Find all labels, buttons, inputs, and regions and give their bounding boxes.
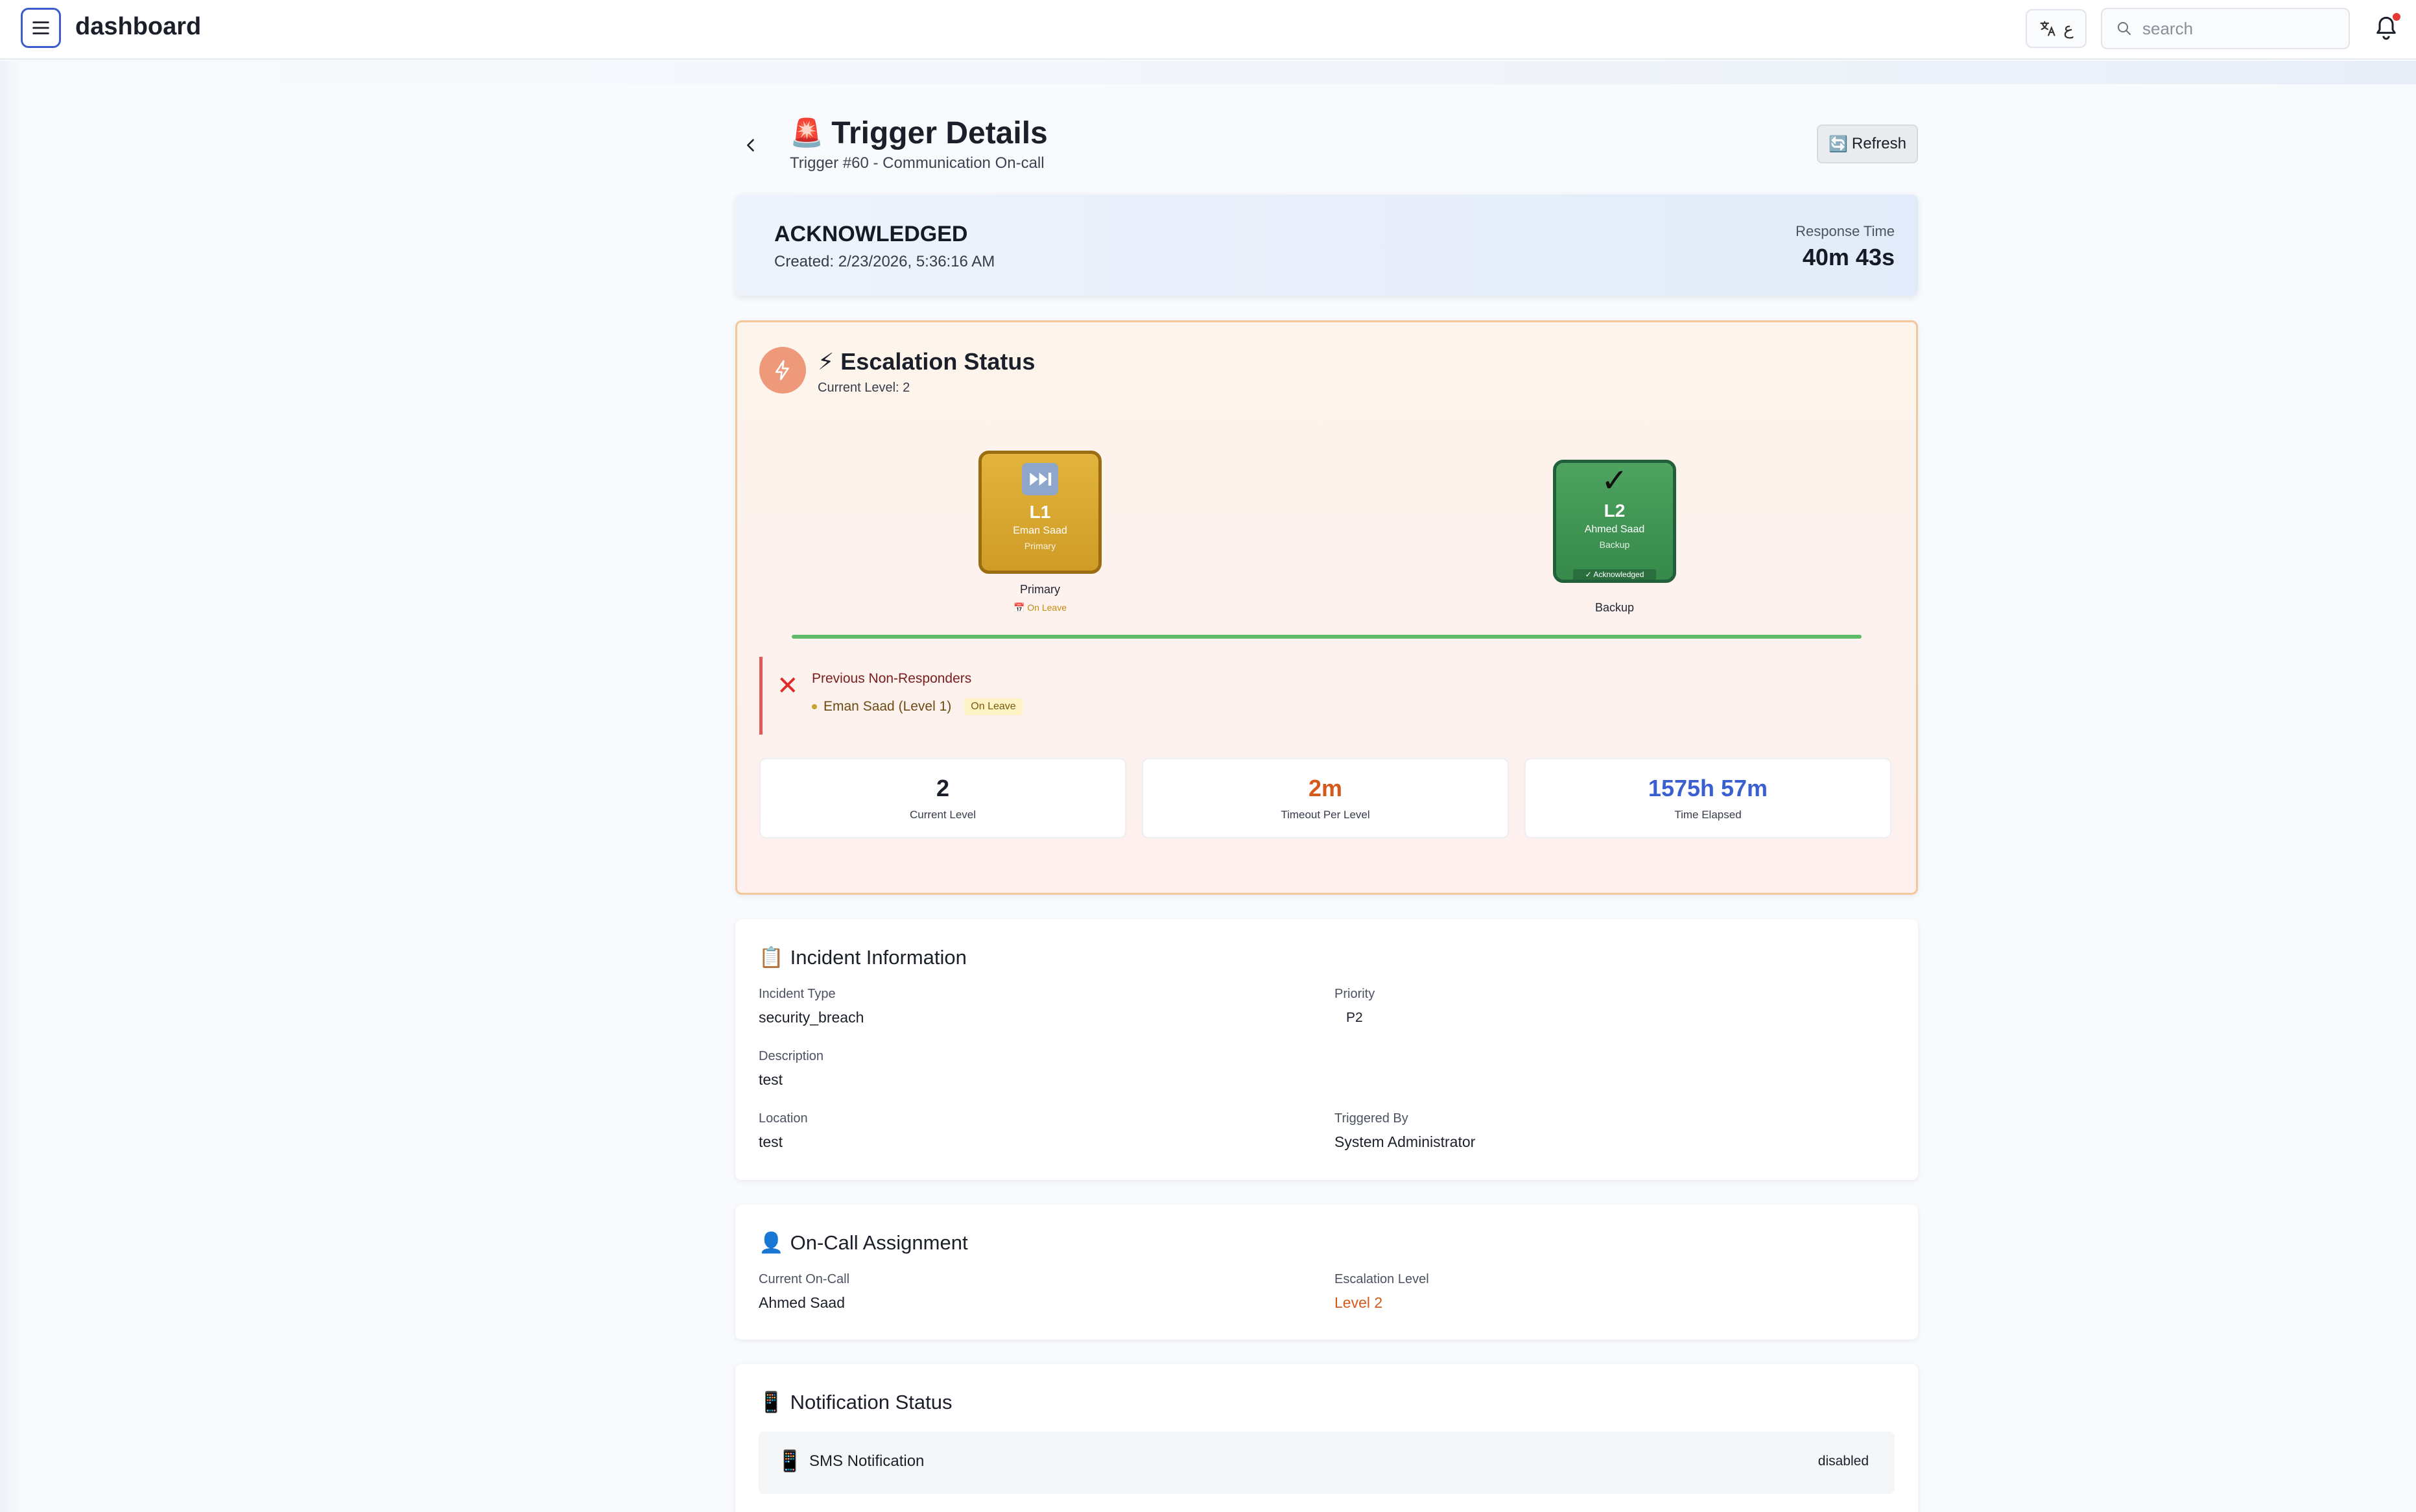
bullet-dot <box>812 704 817 709</box>
stat-current-level: 2 Current Level <box>759 758 1126 838</box>
bolt-icon: ⚡ <box>818 348 835 375</box>
level-node-l2[interactable]: ✓ L2 Ahmed Saad Backup ✓ Acknowledged <box>1553 460 1676 583</box>
search-icon <box>2118 22 2131 35</box>
on-call-title: 👤 On-Call Assignment <box>759 1231 968 1255</box>
on-leave-tag: 📅 On Leave <box>1013 602 1067 613</box>
page-header: 🚨 Trigger Details Trigger #60 - Communic… <box>735 84 1918 195</box>
incident-type-value: security_breach <box>759 1009 864 1026</box>
chevron-left-icon <box>747 139 754 152</box>
translate-icon <box>2040 21 2055 36</box>
level-person: Ahmed Saad <box>1584 524 1645 535</box>
escalation-level-value: Level 2 <box>1334 1294 1383 1311</box>
escalation-status-card: ⚡ Escalation Status Current Level: 2 L1 … <box>735 320 1918 895</box>
sms-notification-label: SMS Notification <box>809 1452 925 1470</box>
stat-value: 2m <box>1308 775 1343 801</box>
page-title-text: Trigger Details <box>831 116 1048 150</box>
refresh-label: Refresh <box>1851 135 1906 152</box>
non-responder-name: Eman Saad (Level 1) <box>823 699 952 714</box>
stat-label: Timeout Per Level <box>1281 809 1370 821</box>
incident-type-label: Incident Type <box>759 987 836 1001</box>
priority-value: P2 <box>1346 1010 1363 1025</box>
stat-timeout-per-level: 2m Timeout Per Level <box>1142 758 1509 838</box>
priority-label: Priority <box>1334 987 1375 1001</box>
main-content: 🚨 Trigger Details Trigger #60 - Communic… <box>735 84 1918 1512</box>
triggered-by-label: Triggered By <box>1334 1111 1408 1126</box>
clipboard-icon: 📋 <box>759 946 784 969</box>
location-label: Location <box>759 1111 808 1126</box>
stat-label: Time Elapsed <box>1674 809 1742 821</box>
description-value: test <box>759 1071 783 1088</box>
notification-title: 📱 Notification Status <box>759 1390 953 1414</box>
non-responder-item: Eman Saad (Level 1) On Leave <box>812 698 1023 715</box>
phone-icon: 📱 <box>759 1391 784 1413</box>
checkmark-icon: ✓ <box>1601 462 1628 499</box>
escalation-progress-line <box>792 635 1862 639</box>
language-label: ع <box>2063 18 2074 38</box>
refresh-button[interactable]: 🔄 Refresh <box>1817 124 1918 163</box>
level-name: L2 <box>1604 501 1626 521</box>
sidebar-strip <box>0 61 19 1512</box>
search-box[interactable] <box>2101 8 2350 49</box>
non-responders-panel: ✕ Previous Non-Responders Eman Saad (Lev… <box>759 657 1122 735</box>
created-timestamp: Created: 2/23/2026, 5:36:16 AM <box>774 253 995 270</box>
page-subtitle: Trigger #60 - Communication On-call <box>790 154 1045 172</box>
description-label: Description <box>759 1049 824 1063</box>
current-on-call-label: Current On-Call <box>759 1272 850 1286</box>
user-icon: 👤 <box>759 1231 784 1254</box>
level-node-l1[interactable]: L1 Eman Saad Primary <box>978 451 1102 574</box>
level-person: Eman Saad <box>1013 525 1067 536</box>
top-band <box>19 61 2416 84</box>
lightning-icon <box>775 360 789 381</box>
level-caption-l1: Primary <box>1020 583 1060 596</box>
status-badge: ACKNOWLEDGED <box>774 222 968 246</box>
back-button[interactable] <box>738 132 764 158</box>
level-name: L1 <box>1029 502 1051 522</box>
sms-notification-status: disabled <box>1818 1454 1869 1469</box>
calendar-icon: 📅 <box>1013 602 1025 613</box>
escalation-badge <box>759 347 806 394</box>
sms-notification-row: 📱 SMS Notification disabled <box>759 1432 1895 1494</box>
stat-time-elapsed: 1575h 57m Time Elapsed <box>1524 758 1891 838</box>
menu-button[interactable] <box>21 8 61 48</box>
incident-information-card: 📋 Incident Information Incident Type sec… <box>735 919 1918 1180</box>
siren-icon: 🚨 <box>790 117 824 148</box>
notifications-button[interactable] <box>2373 13 2400 43</box>
page-title: 🚨 Trigger Details <box>790 115 1048 151</box>
notification-dot <box>2393 13 2400 21</box>
escalation-level-label: Escalation Level <box>1334 1272 1429 1286</box>
status-card: ACKNOWLEDGED Created: 2/23/2026, 5:36:16… <box>735 195 1918 296</box>
on-leave-badge: On Leave <box>964 698 1023 715</box>
escalation-title: ⚡ Escalation Status <box>818 348 1035 375</box>
x-icon: ✕ <box>777 672 799 700</box>
stat-value: 2 <box>936 775 950 801</box>
notification-status-card: 📱 Notification Status 📱 SMS Notification… <box>735 1364 1918 1512</box>
top-bar: dashboard ع <box>0 0 2416 60</box>
current-level-text: Current Level: 2 <box>818 381 910 395</box>
triggered-by-value: System Administrator <box>1334 1133 1476 1150</box>
level-caption-l2: Backup <box>1594 601 1635 614</box>
non-responders-title: Previous Non-Responders <box>812 671 972 686</box>
hamburger-icon <box>32 21 49 34</box>
app-title: dashboard <box>75 13 202 40</box>
location-value: test <box>759 1133 783 1150</box>
current-on-call-value: Ahmed Saad <box>759 1294 845 1311</box>
skip-forward-icon <box>1022 463 1058 495</box>
mobile-icon: 📱 <box>777 1449 803 1472</box>
on-call-assignment-card: 👤 On-Call Assignment Current On-Call Ahm… <box>735 1205 1918 1340</box>
response-time-label: Response Time <box>1795 223 1895 239</box>
stat-value: 1575h 57m <box>1648 775 1768 801</box>
level-role: Backup <box>1599 539 1630 550</box>
search-input[interactable] <box>2142 18 2337 39</box>
level-role: Primary <box>1024 541 1056 551</box>
language-button[interactable]: ع <box>2026 9 2087 48</box>
acknowledged-strip: ✓ Acknowledged <box>1573 569 1656 580</box>
refresh-icon: 🔄 <box>1829 135 1848 153</box>
stat-label: Current Level <box>909 809 977 821</box>
response-time-value: 40m 43s <box>1802 244 1895 270</box>
incident-title: 📋 Incident Information <box>759 945 967 969</box>
escalation-title-text: Escalation Status <box>840 348 1036 375</box>
